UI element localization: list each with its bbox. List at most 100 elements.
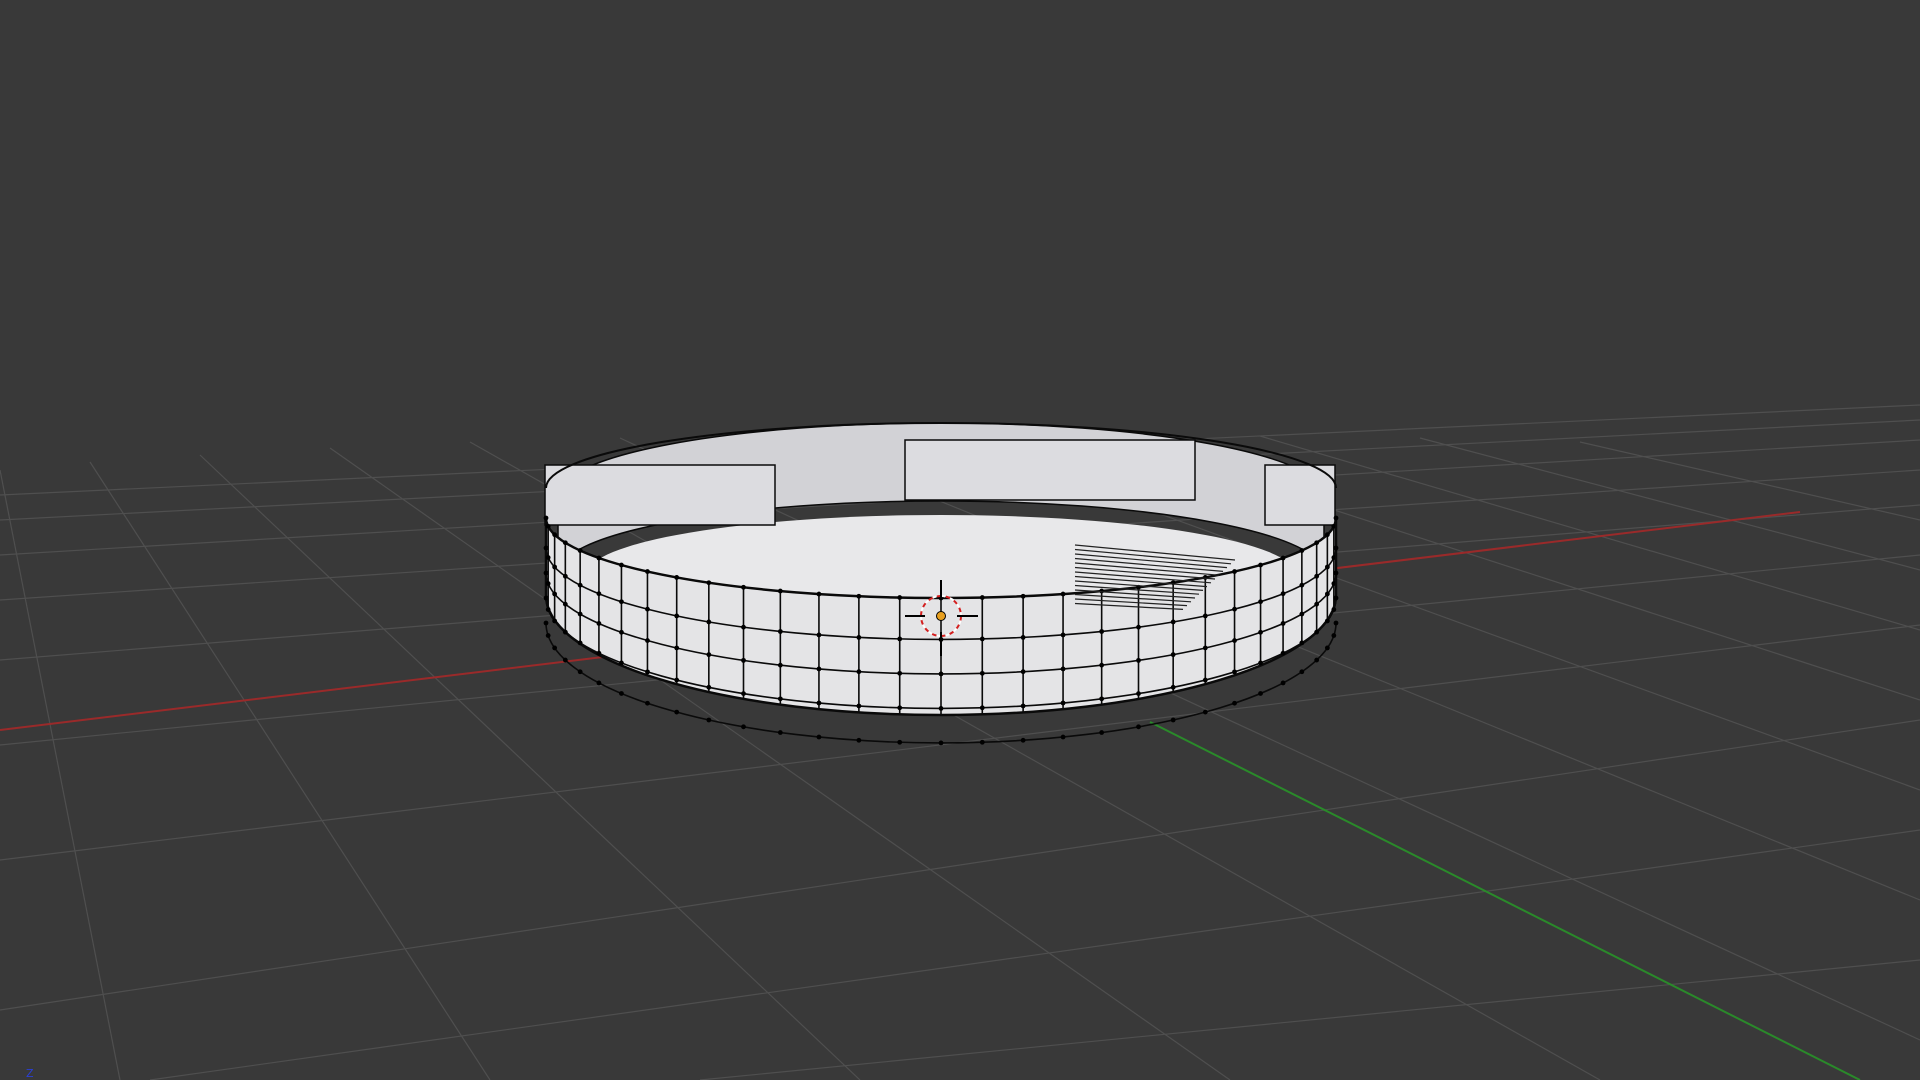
mesh-vertex	[979, 705, 985, 711]
mesh-vertex	[1333, 620, 1339, 626]
mesh-vertex	[777, 588, 783, 594]
mesh-vertex	[1258, 691, 1263, 696]
viewport-scene[interactable]	[0, 0, 1920, 1080]
mesh-vertex	[897, 670, 903, 676]
mesh-vertex	[1170, 619, 1176, 625]
mesh-vertex	[645, 700, 650, 706]
mesh-vertex	[777, 662, 783, 668]
mesh-vertex	[938, 706, 944, 711]
mesh-vertex	[856, 635, 862, 640]
object-origin-icon	[936, 611, 946, 621]
mesh-vertex	[545, 633, 551, 638]
mesh-vertex	[1202, 613, 1208, 619]
mesh-vertex	[577, 640, 583, 646]
mesh-vertex	[1299, 611, 1305, 617]
mesh-vertex	[1258, 629, 1263, 635]
mesh-vertex	[552, 591, 558, 597]
mesh-vertex	[674, 645, 680, 651]
mesh-vertex	[1232, 638, 1237, 643]
mesh-vertex	[674, 677, 680, 683]
grid-line	[0, 719, 1920, 1011]
mesh-vertex	[1060, 632, 1066, 638]
grid-line	[1579, 441, 1920, 521]
mesh-vertex	[1060, 591, 1066, 597]
ring-merlon	[544, 464, 776, 526]
mesh-vertex	[1202, 709, 1208, 715]
mesh-vertex	[1324, 564, 1330, 570]
mesh-vertex	[1258, 562, 1263, 568]
mesh-vertex	[562, 540, 568, 546]
mesh-vertex	[1020, 737, 1026, 743]
mesh-vertex	[1258, 599, 1263, 605]
mesh-vertex	[741, 584, 746, 590]
mesh-vertex	[645, 606, 650, 612]
mesh-vertex	[619, 629, 624, 635]
mesh-vertex	[596, 650, 602, 656]
mesh-vertex	[979, 670, 985, 676]
mesh-vertex	[1324, 532, 1330, 538]
mesh-vertex	[545, 555, 551, 560]
grid-line	[699, 959, 1920, 1080]
mesh-vertex	[1136, 624, 1141, 630]
mesh-vertex	[816, 591, 822, 597]
mesh-vertex	[1020, 703, 1026, 709]
mesh-vertex	[706, 684, 712, 690]
mesh-vertex	[1280, 555, 1286, 561]
mesh-vertex	[1099, 730, 1105, 735]
grid-line	[149, 829, 1920, 1080]
mesh-vertex	[1020, 669, 1026, 675]
mesh-vertex	[619, 562, 624, 568]
mesh-vertex	[1232, 669, 1237, 675]
grid-line	[1419, 437, 1920, 571]
mesh-vertex	[979, 636, 985, 642]
mesh-vertex	[938, 740, 944, 746]
mesh-vertex	[1020, 593, 1026, 599]
mesh-vertex	[1232, 569, 1237, 574]
mesh-vertex	[938, 671, 944, 677]
mesh-vertex	[1099, 696, 1105, 702]
mesh-vertex	[1324, 591, 1330, 597]
mesh-vertex	[1324, 645, 1330, 651]
mesh-vertex	[1314, 540, 1320, 546]
mesh-vertex	[619, 599, 624, 605]
mesh-vertex	[562, 601, 568, 607]
mesh-vertex	[562, 573, 568, 579]
ring-merlon	[1264, 464, 1336, 526]
mesh-vertex	[816, 632, 822, 638]
mesh-vertex	[562, 629, 568, 635]
mesh-vertex	[552, 618, 558, 624]
mesh-vertex	[1258, 660, 1263, 666]
mesh-vertex	[1331, 633, 1337, 638]
mesh-vertex	[1202, 677, 1208, 683]
corner-axis-z-label: Z	[26, 1067, 34, 1080]
mesh-vertex	[816, 700, 822, 706]
mesh-vertex	[619, 691, 624, 696]
mesh-vertex	[856, 703, 862, 709]
mesh-vertex	[1170, 684, 1176, 690]
mesh-vertex	[897, 705, 903, 711]
mesh-vertex	[577, 611, 583, 617]
mesh-vertex	[545, 523, 551, 529]
3d-viewport[interactable]: Z	[0, 0, 1920, 1080]
mesh-vertex	[1280, 591, 1286, 597]
ring-mesh-object[interactable]	[543, 398, 1339, 746]
mesh-vertex	[1314, 657, 1320, 663]
mesh-vertex	[741, 624, 746, 630]
mesh-vertex	[1331, 607, 1337, 612]
mesh-vertex	[1136, 724, 1141, 730]
grid-line	[0, 469, 121, 1080]
mesh-vertex	[1280, 680, 1286, 686]
mesh-vertex	[1136, 657, 1141, 663]
mesh-vertex	[1299, 548, 1305, 553]
mesh-vertex	[897, 636, 903, 642]
mesh-vertex	[777, 696, 783, 702]
mesh-vertex	[1333, 570, 1339, 576]
mesh-vertex	[545, 607, 551, 612]
mesh-vertex	[552, 645, 558, 651]
mesh-vertex	[706, 580, 712, 586]
mesh-vertex	[1202, 645, 1208, 651]
mesh-vertex	[1280, 650, 1286, 656]
grid-line	[1259, 435, 1920, 631]
mesh-vertex	[777, 730, 783, 735]
mesh-vertex	[1299, 669, 1305, 675]
